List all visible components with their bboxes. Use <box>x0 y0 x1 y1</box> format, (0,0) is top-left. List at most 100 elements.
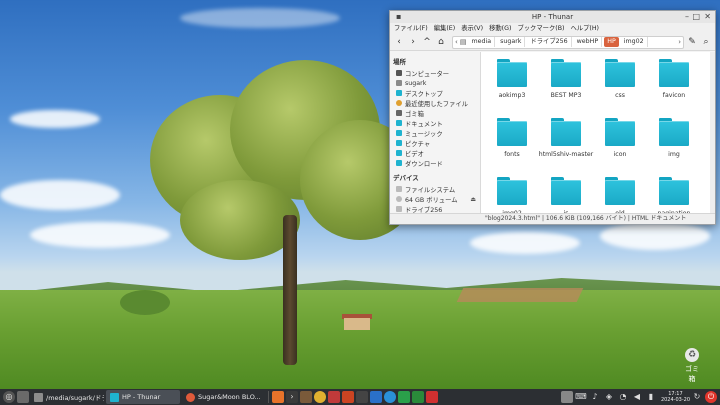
notification-icon[interactable]: ♪ <box>589 391 601 403</box>
desktop-trash[interactable]: ♻ ゴミ箱 <box>682 348 702 384</box>
edit-path-icon[interactable]: ✎ <box>686 36 698 48</box>
sidebar-item-desktop[interactable]: デスクトップ <box>390 88 480 98</box>
minimize-icon[interactable]: – <box>685 12 689 22</box>
app-green-icon[interactable] <box>398 391 410 403</box>
folder-item[interactable]: img <box>647 117 701 172</box>
scroll-right-icon[interactable]: › <box>678 38 681 46</box>
task-file-manager[interactable]: /media/sugark/ドライ... <box>30 390 104 404</box>
farmhouse <box>344 318 370 330</box>
sidebar-item-videos[interactable]: ビデオ <box>390 148 480 158</box>
plowed-field <box>456 288 584 302</box>
keyboard-icon[interactable]: ⌨ <box>575 391 587 403</box>
sidebar-item-computer[interactable]: コンピューター <box>390 68 480 78</box>
crumb-img02[interactable]: img02 <box>621 37 648 47</box>
folder-item[interactable]: img02 <box>485 176 539 213</box>
folder-item[interactable]: favicon <box>647 58 701 113</box>
menu-edit[interactable]: 編集(E) <box>434 23 456 34</box>
menu-view[interactable]: 表示(V) <box>461 23 483 34</box>
sidebar-item-label: ビデオ <box>405 150 424 158</box>
app-red2-icon[interactable] <box>426 391 438 403</box>
edge-icon[interactable] <box>384 391 396 403</box>
separator <box>268 391 269 403</box>
folder-item[interactable]: css <box>593 58 647 113</box>
cloud <box>30 222 170 248</box>
clock[interactable]: 17:17 2024-03-20 <box>661 391 690 403</box>
brave-icon[interactable] <box>272 391 284 403</box>
volume-icon[interactable]: ◀ <box>631 391 643 403</box>
terminal-icon[interactable]: › <box>286 391 298 403</box>
app-orange-icon[interactable] <box>342 391 354 403</box>
sidebar-item-drive256[interactable]: ドライブ256 <box>390 204 480 213</box>
folder-name: icon <box>613 151 627 158</box>
sidebar-item-label: デスクトップ <box>405 90 443 98</box>
folder-item[interactable]: pagination <box>647 176 701 213</box>
folder-item[interactable]: js <box>539 176 593 213</box>
window-titlebar[interactable]: ▪ HP - Thunar – □ ✕ <box>390 11 715 23</box>
crumb-drive256[interactable]: ドライブ256 <box>527 37 572 47</box>
folder-item[interactable]: aokimp3 <box>485 58 539 113</box>
folder-item[interactable]: BEST MP3 <box>539 58 593 113</box>
back-icon[interactable]: ‹ <box>393 36 405 48</box>
sidebar-item-recent[interactable]: 最近使用したファイル <box>390 98 480 108</box>
app-blue-icon[interactable] <box>370 391 382 403</box>
task-label: Sugar&Moon BLO... <box>198 393 261 401</box>
sidebar-item-downloads[interactable]: ダウンロード <box>390 158 480 168</box>
folder-item[interactable]: fonts <box>485 117 539 172</box>
shield-icon[interactable]: ◈ <box>603 391 615 403</box>
volume-icon <box>396 196 402 202</box>
battery-icon[interactable]: ▮ <box>645 391 657 403</box>
folder-item[interactable]: old <box>593 176 647 213</box>
scrollbar[interactable] <box>710 52 715 213</box>
menu-help[interactable]: ヘルプ(H) <box>570 23 599 34</box>
pictures-folder-icon <box>396 140 402 146</box>
sidebar-item-pictures[interactable]: ピクチャ <box>390 138 480 148</box>
folder-item[interactable]: html5shiv-master <box>539 117 593 172</box>
maximize-icon[interactable]: □ <box>692 12 700 22</box>
sidebar-item-label: ゴミ箱 <box>405 110 424 118</box>
cloud <box>0 180 120 210</box>
task-browser[interactable]: Sugar&Moon BLO... <box>182 390 264 404</box>
sidebar-item-trash[interactable]: ゴミ箱 <box>390 108 480 118</box>
power-icon[interactable]: ⏻ <box>705 391 717 403</box>
sidebar-item-filesystem[interactable]: ファイルシステム <box>390 184 480 194</box>
sidebar-item-label: ドキュメント <box>405 120 443 128</box>
chrome-launcher-icon[interactable] <box>314 391 326 403</box>
sidebar-item-volume[interactable]: 64 GB ボリューム ⏏ <box>390 194 480 204</box>
app-dark-icon[interactable] <box>356 391 368 403</box>
wifi-icon[interactable]: ◔ <box>617 391 629 403</box>
folder-item[interactable]: icon <box>593 117 647 172</box>
eject-icon[interactable]: ⏏ <box>470 196 476 203</box>
task-thunar[interactable]: HP - Thunar <box>106 390 180 404</box>
music-folder-icon <box>396 130 402 136</box>
up-icon[interactable]: ^ <box>421 36 433 48</box>
show-desktop-icon[interactable] <box>17 391 29 403</box>
tray-app-icon[interactable] <box>560 391 573 403</box>
crumb-media[interactable]: media <box>468 37 496 47</box>
search-icon[interactable]: ⌕ <box>700 36 712 48</box>
sidebar-item-music[interactable]: ミュージック <box>390 128 480 138</box>
menu-bookmarks[interactable]: ブックマーク(B) <box>517 23 564 34</box>
desktop-trash-label: ゴミ箱 <box>685 365 699 383</box>
drive-icon[interactable]: ▤ <box>460 38 467 46</box>
folder-app-icon[interactable] <box>300 391 312 403</box>
app-green2-icon[interactable] <box>412 391 424 403</box>
close-icon[interactable]: ✕ <box>704 12 711 22</box>
crumb-sugark[interactable]: sugark <box>497 37 526 47</box>
app-red-icon[interactable] <box>328 391 340 403</box>
home-icon <box>396 80 402 86</box>
menu-file[interactable]: ファイル(F) <box>394 23 428 34</box>
window-menu-icon[interactable]: ▪ <box>396 12 401 22</box>
crumb-webhp[interactable]: webHP <box>574 37 603 47</box>
sidebar-item-home[interactable]: sugark <box>390 78 480 88</box>
home-icon[interactable]: ⌂ <box>435 36 447 48</box>
menu-go[interactable]: 移動(G) <box>489 23 511 34</box>
forward-icon[interactable]: › <box>407 36 419 48</box>
tree-canopy <box>180 180 300 260</box>
scroll-left-icon[interactable]: ‹ <box>455 38 458 46</box>
menu-icon[interactable]: ◎ <box>3 391 15 403</box>
refresh-icon[interactable]: ↻ <box>691 391 703 403</box>
crumb-hp[interactable]: HP <box>604 37 619 47</box>
sidebar-item-documents[interactable]: ドキュメント <box>390 118 480 128</box>
folder-icon <box>659 118 689 146</box>
folder-icon <box>551 59 581 87</box>
